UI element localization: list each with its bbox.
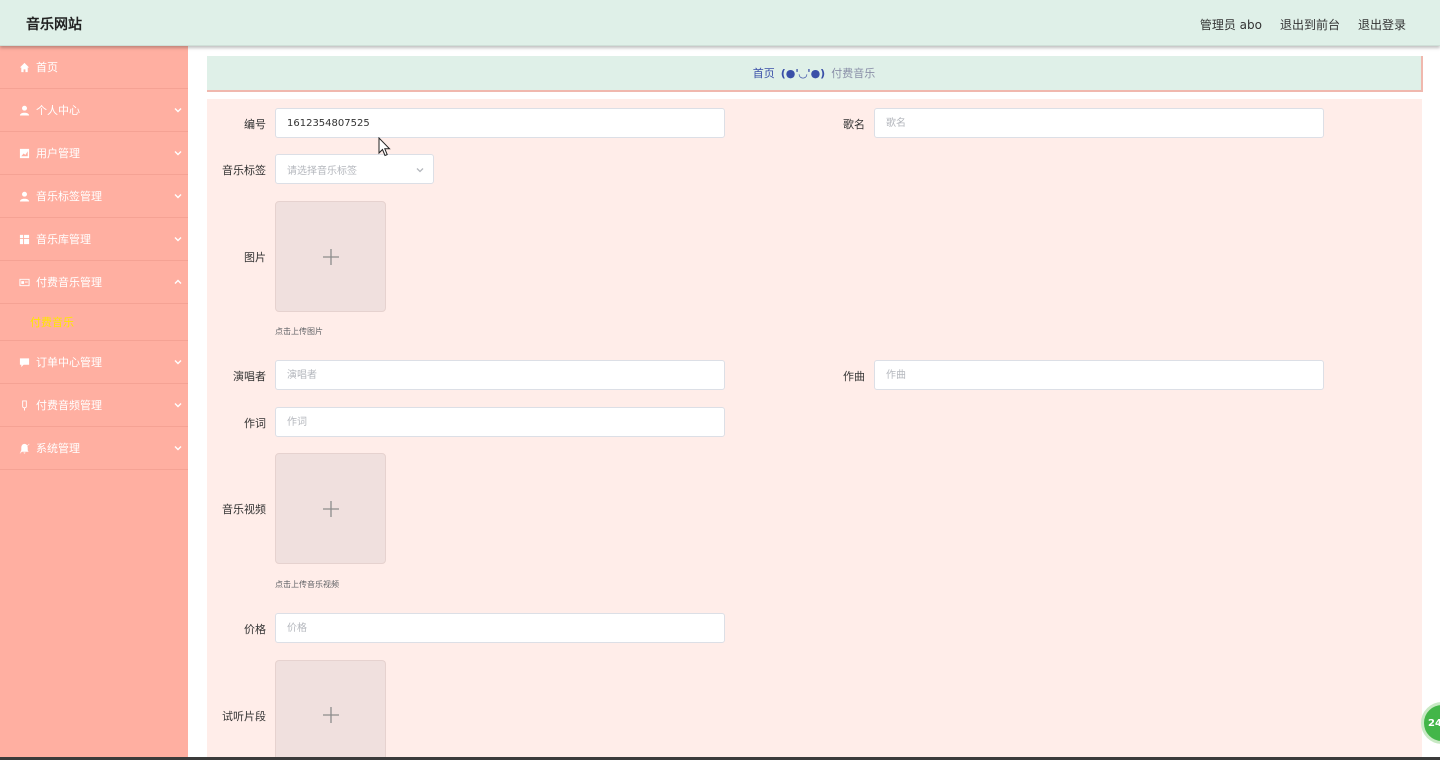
site-title: 音乐网站 [26,17,82,33]
sidebar-item-music-tag-management[interactable]: 音乐标签管理 [0,175,188,218]
image-upload-tip: 点击上传图片 [275,327,323,336]
breadcrumb-home[interactable]: 首页 [753,65,775,81]
chevron-down-icon [174,147,184,157]
card-icon [18,276,30,288]
grid-icon [18,233,30,245]
floating-badge[interactable]: 24 [1421,702,1440,744]
sidebar-item-order-center-management[interactable]: 订单中心管理 [0,341,188,384]
number-input[interactable] [275,108,725,138]
sidebar-item-personal-center[interactable]: 个人中心 [0,89,188,132]
breadcrumb-separator: (●'◡'●) [780,66,826,80]
price-input[interactable] [275,613,725,643]
plus-icon [322,248,339,265]
sidebar-item-label: 订单中心管理 [36,356,102,369]
song-name-input[interactable] [874,108,1324,138]
exit-to-front-link[interactable]: 退出到前台 [1280,16,1340,33]
breadcrumb-current: 付费音乐 [831,67,876,80]
singer-label: 演唱者 [233,370,266,383]
music-video-upload-tip: 点击上传音乐视频 [275,580,339,589]
chart-icon [18,147,30,159]
plus-icon [322,706,339,723]
chevron-down-icon [174,399,184,409]
sidebar-item-label: 用户管理 [36,147,80,160]
sidebar-item-system-management[interactable]: 系统管理 [0,427,188,470]
lyricist-input[interactable] [275,407,725,437]
sidebar-item-label: 音乐库管理 [36,233,91,246]
music-tag-select[interactable]: 请选择音乐标签 [275,154,434,184]
admin-user-label: 管理员 abo [1199,18,1262,32]
chevron-down-icon [174,104,184,114]
sidebar-item-label: 个人中心 [36,104,80,117]
preview-clip-label: 试听片段 [222,710,266,723]
chevron-down-icon [174,356,184,366]
header-actions: 管理员 abo 退出到前台 退出登录 [1200,16,1406,33]
sidebar: 首页 个人中心 用户管理 音乐标签管理 音乐库管理 付费音乐管理 付费音乐 订单… [0,46,188,760]
composer-label: 作曲 [843,370,865,383]
bell-off-icon [18,442,30,454]
number-label: 编号 [244,118,266,131]
chevron-down-icon [174,442,184,452]
user-icon [18,190,30,202]
sidebar-item-paid-audio-management[interactable]: 付费音频管理 [0,384,188,427]
sidebar-item-label: 系统管理 [36,442,80,455]
mouse-cursor-icon [378,136,392,157]
sidebar-item-label: 付费音乐管理 [36,276,102,289]
sidebar-item-user-management[interactable]: 用户管理 [0,132,188,175]
chevron-up-icon [174,276,184,286]
music-video-upload[interactable] [275,453,386,564]
sidebar-item-music-library-management[interactable]: 音乐库管理 [0,218,188,261]
composer-input[interactable] [874,360,1324,390]
sidebar-item-home[interactable]: 首页 [0,46,188,89]
chevron-down-icon [174,190,184,200]
plus-icon [322,500,339,517]
user-icon [18,104,30,116]
chevron-down-icon [416,166,424,174]
sidebar-item-paid-music-management[interactable]: 付费音乐管理 [0,261,188,304]
music-tag-placeholder: 请选择音乐标签 [287,165,357,177]
logout-link[interactable]: 退出登录 [1358,16,1406,33]
price-label: 价格 [244,623,266,636]
top-header: 音乐网站 管理员 abo 退出到前台 退出登录 [0,0,1440,46]
lyricist-label: 作词 [244,417,266,430]
music-video-label: 音乐视频 [222,503,266,516]
medal-icon [18,399,30,411]
sidebar-item-label: 付费音频管理 [36,399,102,412]
sidebar-subitem-paid-music[interactable]: 付费音乐 [0,304,188,341]
music-tag-label: 音乐标签 [222,164,266,177]
sidebar-item-label: 音乐标签管理 [36,190,102,203]
breadcrumb: 首页 (●'◡'●) 付费音乐 [207,56,1423,92]
sidebar-item-label: 首页 [36,61,58,74]
preview-clip-upload[interactable] [275,660,386,760]
chat-icon [18,356,30,368]
image-label: 图片 [244,251,266,264]
singer-input[interactable] [275,360,725,390]
song-name-label: 歌名 [843,118,865,131]
image-upload[interactable] [275,201,386,312]
home-icon [18,61,30,73]
chevron-down-icon [174,233,184,243]
